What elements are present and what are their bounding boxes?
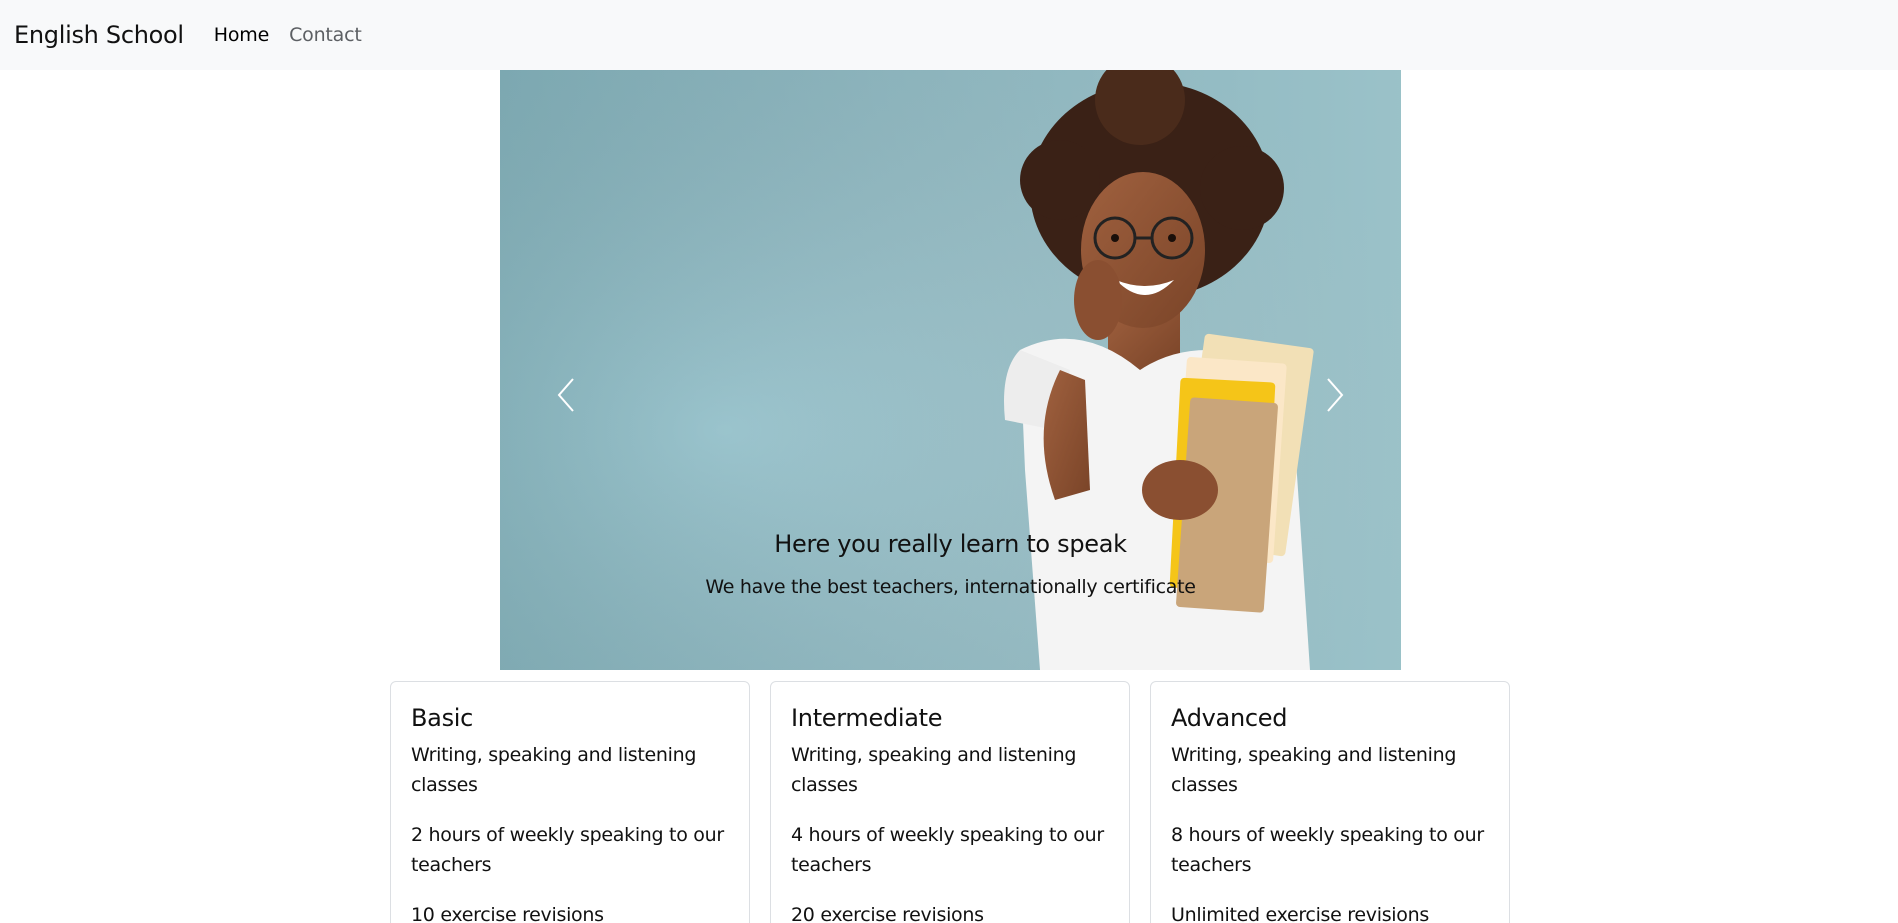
carousel-next-button[interactable] bbox=[1305, 350, 1365, 440]
plan-feature: 10 exercise revisions bbox=[411, 904, 604, 923]
plan-card-advanced: Advanced Writing, speaking and listening… bbox=[1150, 681, 1510, 923]
nav-link-contact[interactable]: Contact bbox=[289, 24, 362, 46]
chevron-right-icon bbox=[1327, 378, 1344, 412]
hero-carousel: Here you really learn to speak We have t… bbox=[500, 70, 1401, 670]
plan-card-intermediate: Intermediate Writing, speaking and liste… bbox=[770, 681, 1130, 923]
plan-feature: 8 hours of weekly speaking to our teache… bbox=[1171, 824, 1484, 876]
plan-title: Basic bbox=[411, 704, 474, 732]
plan-title: Intermediate bbox=[791, 704, 943, 732]
brand-link[interactable]: English School bbox=[14, 21, 184, 49]
plan-feature: Writing, speaking and listening classes bbox=[791, 744, 1077, 796]
plan-feature: Writing, speaking and listening classes bbox=[411, 744, 697, 796]
caption-title: Here you really learn to speak bbox=[774, 530, 1127, 558]
plan-feature: 2 hours of weekly speaking to our teache… bbox=[411, 824, 724, 876]
plan-feature: Unlimited exercise revisions bbox=[1171, 904, 1429, 923]
carousel-prev-button[interactable] bbox=[536, 350, 596, 440]
plan-card-basic: Basic Writing, speaking and listening cl… bbox=[390, 681, 750, 923]
plan-feature: Writing, speaking and listening classes bbox=[1171, 744, 1457, 796]
plan-feature: 4 hours of weekly speaking to our teache… bbox=[791, 824, 1104, 876]
navbar: English School Home Contact bbox=[0, 0, 1898, 70]
caption-text: We have the best teachers, international… bbox=[705, 576, 1196, 598]
chevron-left-icon bbox=[557, 378, 574, 412]
nav-link-home[interactable]: Home bbox=[214, 24, 270, 46]
plan-feature: 20 exercise revisions bbox=[791, 904, 984, 923]
plan-title: Advanced bbox=[1171, 704, 1288, 732]
